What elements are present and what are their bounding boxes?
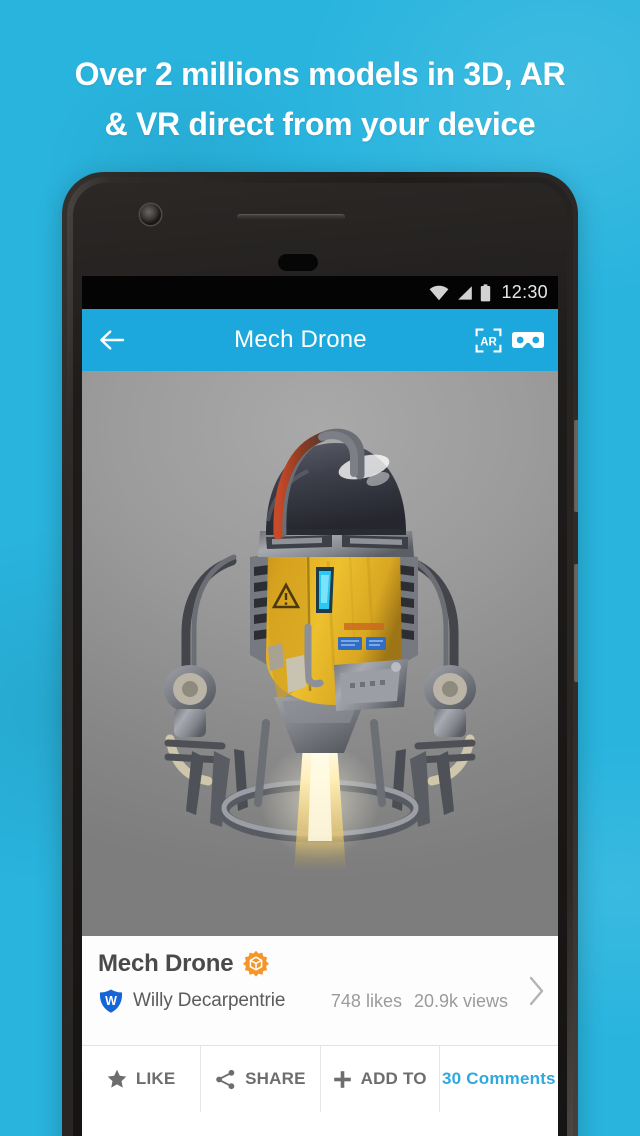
android-status-bar: 12:30 bbox=[82, 276, 558, 309]
views-count: 20.9k views bbox=[413, 990, 508, 1011]
ar-icon[interactable]: AR bbox=[475, 328, 502, 353]
earpiece-speaker-icon bbox=[237, 214, 345, 220]
comments-button[interactable]: 30 Comments bbox=[439, 1046, 558, 1112]
decal-blue-2 bbox=[366, 637, 386, 650]
decal-code bbox=[344, 623, 384, 630]
like-button[interactable]: LIKE bbox=[82, 1046, 202, 1112]
share-icon bbox=[215, 1069, 236, 1090]
front-camera-icon bbox=[140, 204, 161, 225]
hanging-tag-1 bbox=[286, 655, 306, 693]
promo-screenshot: Over 2 millions models in 3D, AR & VR di… bbox=[0, 0, 640, 1136]
star-icon bbox=[107, 1069, 127, 1089]
status-bar-clock: 12:30 bbox=[501, 282, 548, 302]
svg-text:AR: AR bbox=[480, 336, 497, 348]
share-label: SHARE bbox=[245, 1069, 306, 1088]
promo-headline-line-1: Over 2 millions models in 3D, AR bbox=[74, 56, 566, 92]
like-label: LIKE bbox=[135, 1069, 176, 1088]
hanging-tag-2 bbox=[268, 643, 284, 671]
lower-module bbox=[334, 659, 408, 711]
chevron-right-icon[interactable] bbox=[528, 975, 546, 1007]
model-info-card[interactable]: Mech Drone W Willy Decarpentrie 748 like… bbox=[82, 936, 558, 1046]
likes-count: 748 likes bbox=[330, 990, 402, 1011]
author-avatar[interactable]: W bbox=[98, 988, 124, 1014]
cell-signal-icon bbox=[458, 285, 473, 300]
back-button[interactable] bbox=[96, 323, 130, 357]
svg-text:W: W bbox=[105, 994, 117, 1008]
drone-body bbox=[250, 428, 418, 711]
decal-blue-1 bbox=[338, 637, 362, 650]
app-bar: Mech Drone AR bbox=[82, 309, 558, 371]
share-button[interactable]: SHARE bbox=[201, 1046, 321, 1112]
vr-cardboard-icon[interactable] bbox=[512, 329, 544, 351]
model-stats: 748 likes 20.9k views bbox=[331, 991, 508, 1012]
staff-pick-badge-icon bbox=[243, 950, 270, 977]
volume-rocker-button[interactable] bbox=[574, 420, 578, 512]
phone-screen: 12:30 Mech Drone AR Mech Drone W Willy D… bbox=[82, 276, 558, 1136]
comments-label: 30 Comments bbox=[442, 1069, 556, 1088]
author-name[interactable]: Willy Decarpentrie bbox=[133, 990, 285, 1012]
add-to-label: ADD TO bbox=[360, 1069, 427, 1088]
add-to-button[interactable]: ADD TO bbox=[320, 1046, 440, 1112]
model-meta-row: W Willy Decarpentrie 748 likes 20.9k vie… bbox=[98, 988, 542, 1014]
power-button[interactable] bbox=[574, 564, 578, 682]
page-title: Mech Drone bbox=[234, 326, 367, 353]
status-light-panel bbox=[316, 567, 334, 613]
promo-headline-line-2: & VR direct from your device bbox=[104, 105, 536, 142]
battery-icon bbox=[481, 283, 491, 301]
ar-glyph: AR bbox=[475, 328, 502, 352]
model-title-row: Mech Drone bbox=[98, 950, 542, 978]
phone-device: 12:30 Mech Drone AR Mech Drone W Willy D… bbox=[62, 172, 578, 1136]
back-arrow-icon bbox=[100, 330, 125, 350]
model-title: Mech Drone bbox=[98, 950, 234, 977]
proximity-sensor-icon bbox=[278, 254, 318, 271]
model-action-bar: LIKE SHARE ADD TO 30 Comments bbox=[82, 1046, 558, 1112]
app-bar-actions: AR bbox=[475, 328, 544, 353]
promo-headline: Over 2 millions models in 3D, AR & VR di… bbox=[0, 50, 640, 149]
wifi-icon bbox=[430, 285, 449, 300]
mech-drone-model bbox=[164, 428, 476, 871]
left-arm bbox=[164, 554, 248, 827]
plus-icon bbox=[333, 1070, 352, 1089]
vr-glyph bbox=[512, 332, 544, 348]
model-viewer[interactable] bbox=[82, 371, 558, 936]
